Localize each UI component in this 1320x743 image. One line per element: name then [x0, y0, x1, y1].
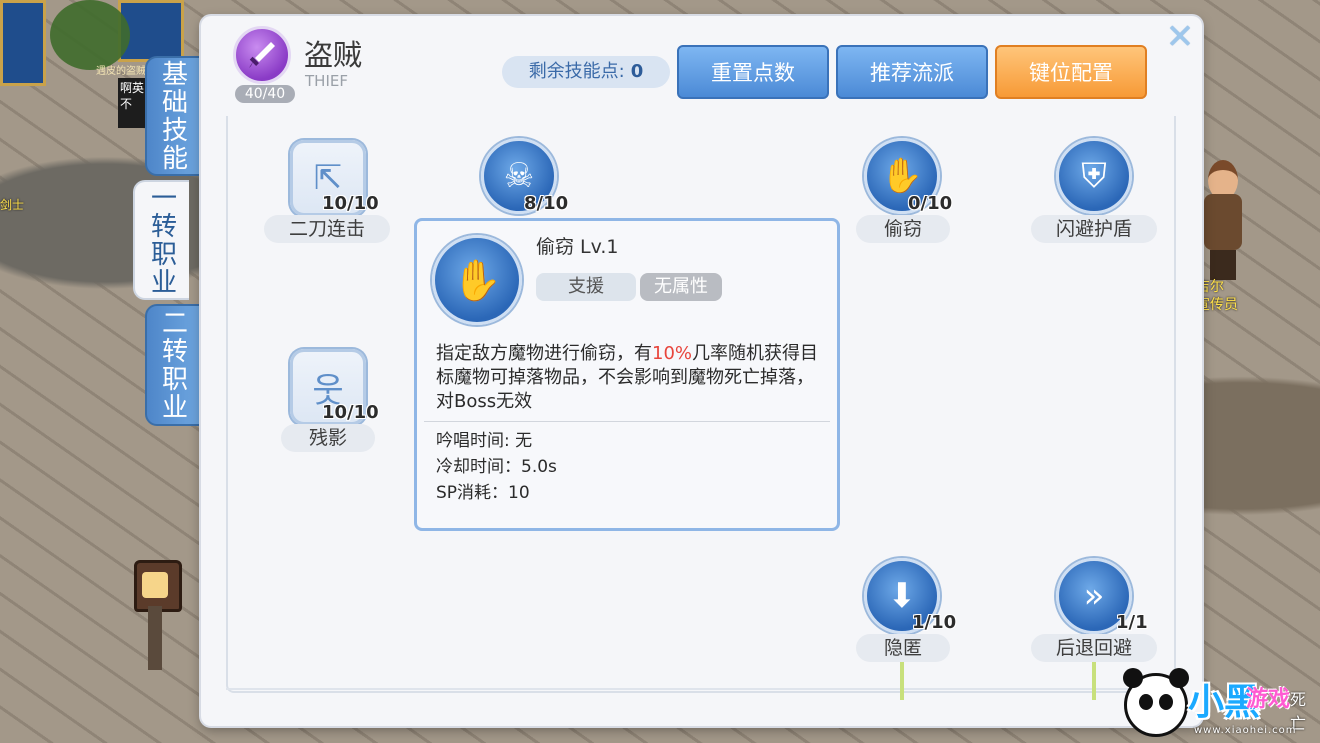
skill-connector — [1092, 660, 1096, 700]
class-level: 40/40 — [235, 85, 295, 103]
skill-connector — [900, 660, 904, 700]
cooldown: 冷却时间：5.0s — [436, 457, 557, 477]
skill-level: 8/10 — [524, 193, 569, 214]
divider — [226, 688, 1176, 690]
skill-name: 二刀连击 — [264, 215, 390, 243]
close-icon[interactable]: ✕ — [1165, 20, 1195, 54]
skill-name: 后退回避 — [1031, 634, 1157, 662]
skill-name: 隐匿 — [856, 634, 950, 662]
sp-cost: SP消耗：10 — [436, 483, 530, 503]
divider — [424, 421, 830, 422]
skill-level: 1/1 — [1116, 612, 1148, 633]
tooltip-title: 偷窃 Lv.1 — [536, 236, 619, 258]
street-lamp — [128, 560, 182, 670]
dodge-shield-icon[interactable]: ⛨ — [1056, 138, 1132, 214]
player-label: 剑士 — [0, 198, 25, 212]
skill-points-value: 0 — [630, 61, 644, 82]
npc-label: 吉尔 宣传员 — [1196, 279, 1238, 313]
skill-level: 10/10 — [322, 402, 379, 423]
tab-basic-skills[interactable]: 基础技能 — [145, 56, 201, 176]
keybind-config-button[interactable]: 键位配置 — [995, 45, 1147, 99]
panda-icon — [1123, 668, 1189, 737]
skill-name: 残影 — [281, 424, 375, 452]
skill-level: 0/10 — [908, 193, 953, 214]
class-name: 盗贼 — [304, 38, 363, 72]
class-english-name: THIEF — [305, 72, 348, 90]
cast-time: 吟唱时间: 无 — [436, 431, 533, 451]
skill-name: 闪避护盾 — [1031, 215, 1157, 243]
chat-bubble: 啊英不 — [118, 78, 146, 128]
tree — [50, 0, 130, 70]
skill-points-label: 剩余技能点: — [528, 61, 625, 82]
dagger-icon — [233, 26, 291, 84]
tooltip-description: 指定敌方魔物进行偷窃，有10%几率随机获得目标魔物可掉落物品，不会影响到魔物死亡… — [436, 343, 819, 412]
world-label: 遇皮的盗贼 — [96, 66, 146, 77]
skill-type-tag: 支援 — [536, 273, 636, 301]
tab-second-job[interactable]: 二转职业 — [145, 304, 201, 426]
blue-banner — [0, 0, 46, 86]
skill-level: 10/10 — [322, 193, 379, 214]
remaining-skill-points: 剩余技能点: 0 — [502, 56, 670, 88]
reset-points-button[interactable]: 重置点数 — [677, 45, 829, 99]
recommend-build-button[interactable]: 推荐流派 — [836, 45, 988, 99]
npc-character[interactable] — [1198, 160, 1248, 280]
steal-icon: ✋ — [432, 235, 522, 325]
skill-name: 偷窃 — [856, 215, 950, 243]
skill-level: 1/10 — [912, 612, 957, 633]
watermark-logo: 小黑 游戏 www.xiaohei.com — [1123, 668, 1314, 739]
skill-element-tag: 无属性 — [640, 273, 722, 301]
tab-first-job[interactable]: 一转职业 — [133, 180, 189, 300]
